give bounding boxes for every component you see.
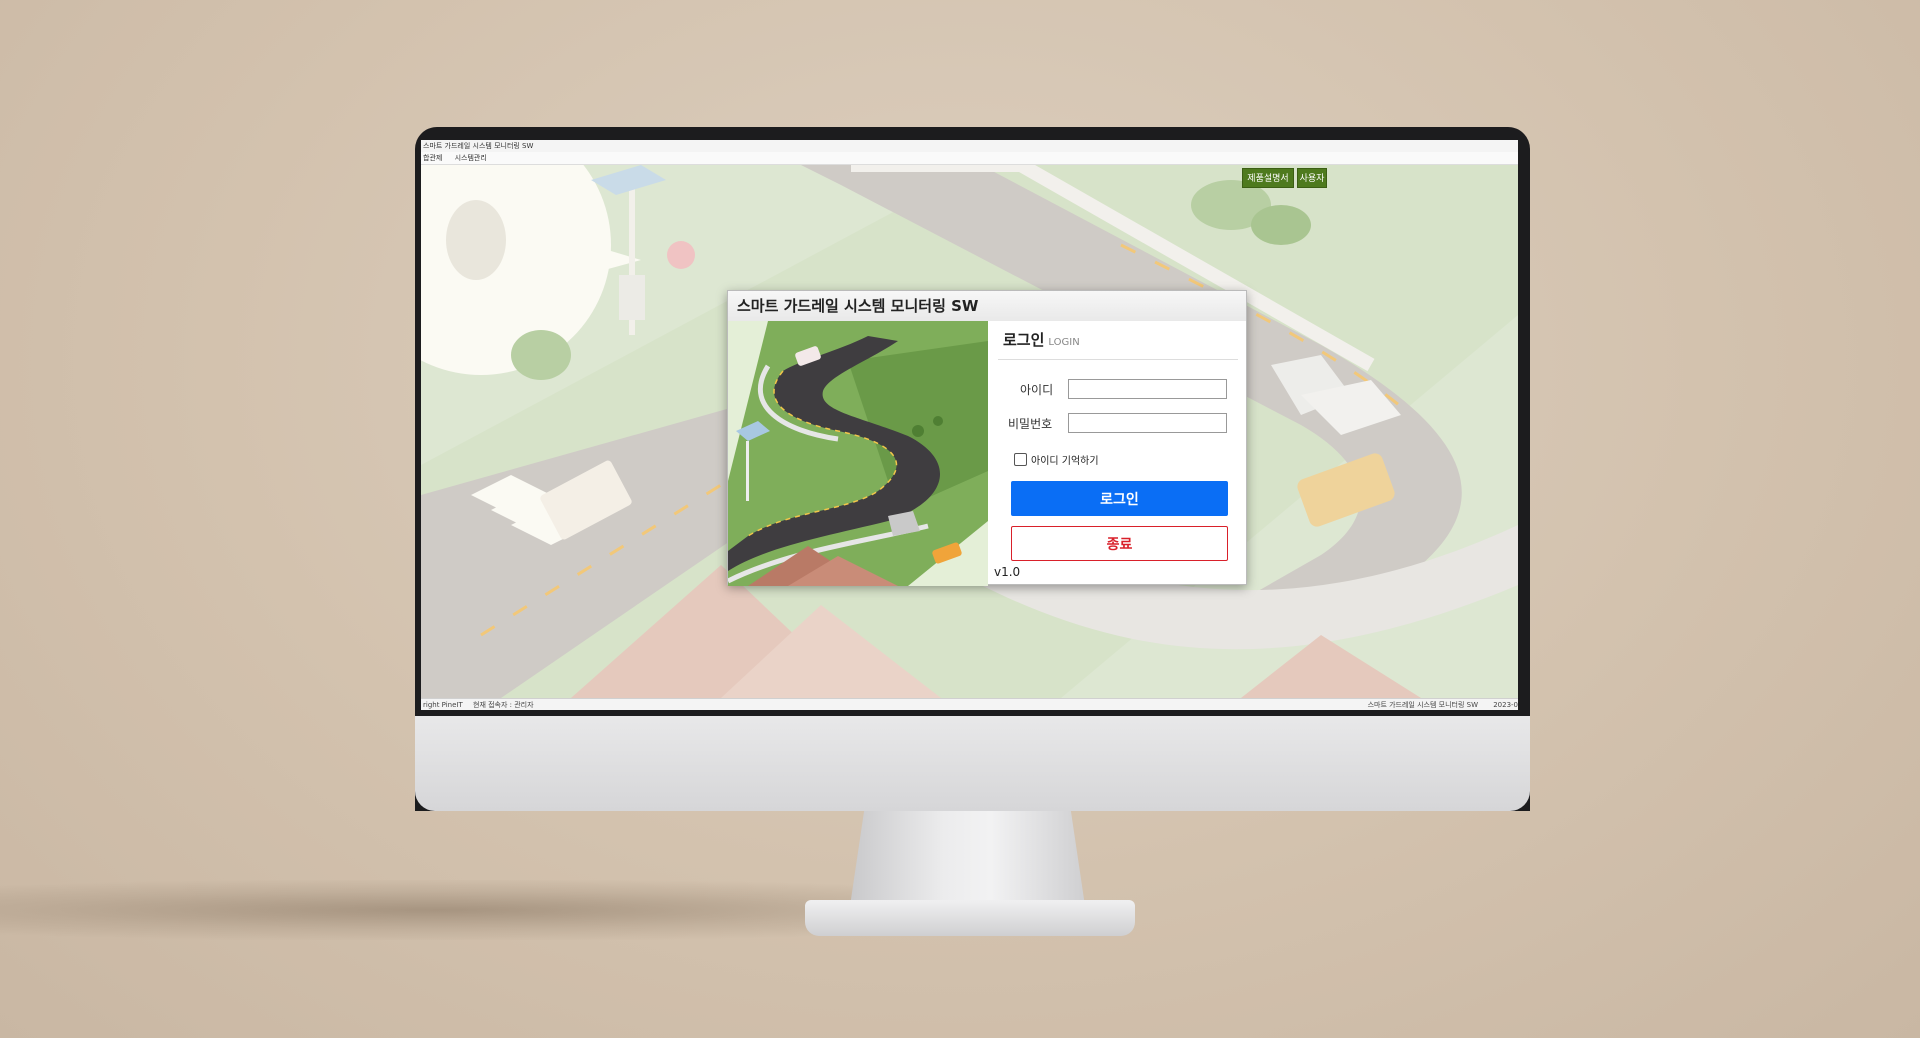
menu-bar: 합관제 시스템관리 (421, 152, 1518, 165)
login-heading-ko: 로그인 (1003, 331, 1045, 349)
copyright-text: right PineIT (423, 701, 463, 709)
remember-id-label: 아이디 기억하기 (1031, 456, 1099, 467)
menu-item-control[interactable]: 합관제 (423, 154, 442, 162)
status-bar: right PineIT 현재 접속자 : 관리자 스마트 가드레일 시스템 모… (421, 698, 1518, 710)
login-button[interactable]: 로그인 (1011, 481, 1228, 516)
password-input[interactable] (1068, 413, 1227, 433)
current-user-text: 현재 접속자 : 관리자 (473, 701, 534, 709)
road-illustration-image (728, 321, 988, 586)
exit-button[interactable]: 종료 (1011, 526, 1228, 561)
monitor-stand (850, 811, 1085, 906)
login-heading: 로그인 LOGIN (1003, 329, 1080, 350)
window-title: 스마트 가드레일 시스템 모니터링 SW (421, 140, 1518, 152)
id-input[interactable] (1068, 379, 1227, 399)
login-heading-en: LOGIN (1048, 337, 1080, 348)
remember-id-checkbox[interactable] (1014, 453, 1027, 466)
monitor-base (805, 900, 1135, 936)
product-manual-button[interactable]: 제품설명서 (1242, 168, 1294, 188)
password-label: 비밀번호 (1008, 417, 1053, 431)
remember-id-option[interactable]: 아이디 기억하기 (1014, 452, 1099, 467)
login-dialog: 스마트 가드레일 시스템 모니터링 SW 로그인 LOGIN 아이디 비밀번호 … (727, 290, 1248, 586)
dialog-title: 스마트 가드레일 시스템 모니터링 SW (728, 291, 1246, 321)
status-date: 2023-0 (1493, 701, 1518, 709)
monitor-chin (415, 716, 1530, 811)
status-app-name: 스마트 가드레일 시스템 모니터링 SW (1367, 701, 1478, 709)
id-label: 아이디 (1020, 383, 1054, 397)
divider (998, 359, 1238, 360)
user-manual-button[interactable]: 사용자 (1297, 168, 1327, 188)
menu-item-system[interactable]: 시스템관리 (455, 154, 487, 162)
login-form: 로그인 LOGIN 아이디 비밀번호 아이디 기억하기 로그인 종료 v1.0 (988, 321, 1248, 586)
version-label: v1.0 (994, 565, 1021, 579)
login-illustration (728, 321, 988, 586)
